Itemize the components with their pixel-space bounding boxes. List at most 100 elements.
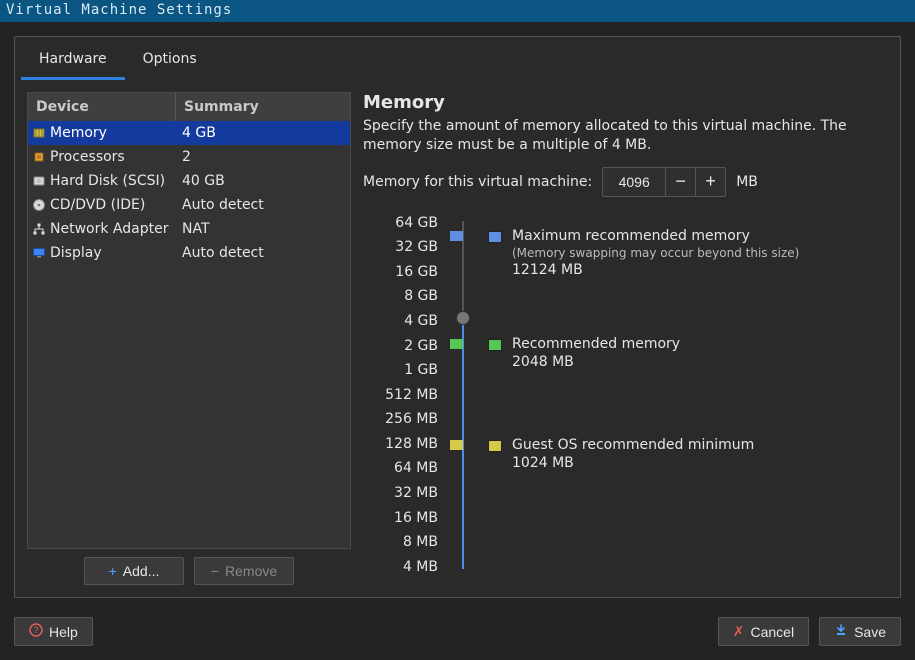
device-name: Hard Disk (SCSI) [50,173,165,189]
legend-recommended: Recommended memory 2048 MB [488,336,680,370]
tab-options[interactable]: Options [125,43,215,80]
add-device-button[interactable]: + Add... [84,557,184,585]
memory-tick: 16 MB [363,510,438,526]
device-table-header: Device Summary [28,93,350,121]
display-icon [32,246,46,260]
cancel-label: Cancel [750,624,794,640]
help-icon: ? [29,623,43,640]
device-row[interactable]: Display Auto detect [28,241,350,265]
network-icon [32,222,46,236]
device-row[interactable]: Network Adapter NAT [28,217,350,241]
device-rows: Memory 4 GB Processors 2 Hard Disk (SCSI) 40 … [28,121,350,265]
device-row[interactable]: Memory 4 GB [28,121,350,145]
help-button[interactable]: ? Help [14,617,93,646]
content-area: Device Summary Memory 4 GB Processors 2 Hard… [15,80,900,597]
memory-tick: 32 MB [363,485,438,501]
memory-tick: 8 MB [363,534,438,550]
device-name: Processors [50,149,125,165]
swatch-recommended [488,339,502,351]
memory-field-label: Memory for this virtual machine: [363,174,592,190]
svg-text:?: ? [33,625,38,635]
device-summary: NAT [176,221,350,237]
memory-legend-column: Maximum recommended memory (Memory swapp… [488,215,888,575]
legend-max: Maximum recommended memory (Memory swapp… [488,228,799,278]
tab-hardware[interactable]: Hardware [21,43,125,80]
device-row[interactable]: Processors 2 [28,145,350,169]
memory-chip-icon [32,126,46,140]
device-summary: 40 GB [176,173,350,189]
device-name: CD/DVD (IDE) [50,197,145,213]
memory-tick: 64 MB [363,460,438,476]
legend-recom-value: 2048 MB [512,354,680,370]
cancel-icon: ✗ [733,623,745,640]
legend-guest-min: Guest OS recommended minimum 1024 MB [488,437,754,471]
legend-min-value: 1024 MB [512,455,754,471]
memory-slider[interactable] [448,215,478,575]
memory-spinbox: − + [602,167,726,197]
memory-decrement-button[interactable]: − [665,168,695,196]
memory-tick: 128 MB [363,436,438,452]
plus-icon: + [109,563,117,579]
memory-value-input[interactable] [603,168,665,196]
device-row[interactable]: CD/DVD (IDE) Auto detect [28,193,350,217]
device-table: Device Summary Memory 4 GB Processors 2 Hard… [27,92,351,549]
device-summary: Auto detect [176,245,350,261]
processor-icon [32,150,46,164]
hard-disk-icon [32,174,46,188]
dialog-footer: ? Help ✗ Cancel Save [14,617,901,646]
legend-max-title: Maximum recommended memory [512,228,799,244]
swatch-max [488,231,502,243]
legend-min-title: Guest OS recommended minimum [512,437,754,453]
device-name: Memory [50,125,107,141]
device-name: Network Adapter [50,221,168,237]
memory-tick: 2 GB [363,338,438,354]
device-summary: Auto detect [176,197,350,213]
save-button[interactable]: Save [819,617,901,646]
legend-recom-title: Recommended memory [512,336,680,352]
memory-tick: 256 MB [363,411,438,427]
dialog-body: Hardware Options Device Summary Memory 4 … [0,22,915,660]
memory-tick: 4 MB [363,559,438,575]
optical-disc-icon [32,198,46,212]
slider-thumb[interactable] [456,311,470,325]
tab-bar: Hardware Options [15,37,900,80]
memory-tick: 32 GB [363,239,438,255]
device-name: Display [50,245,102,261]
save-label: Save [854,624,886,640]
slider-track [462,221,464,569]
device-summary: 2 [176,149,350,165]
detail-panel: Memory Specify the amount of memory allo… [363,92,888,585]
settings-frame: Hardware Options Device Summary Memory 4 … [14,36,901,598]
remove-device-label: Remove [225,563,277,579]
memory-unit-label: MB [736,174,758,190]
remove-device-button[interactable]: − Remove [194,557,294,585]
memory-tick: 512 MB [363,387,438,403]
memory-tick-labels: 64 GB 32 GB 16 GB 8 GB 4 GB 2 GB 1 GB 512 MB 256… [363,215,438,575]
panel-title: Memory [363,92,888,113]
memory-tick: 16 GB [363,264,438,280]
col-header-device: Device [28,93,176,121]
memory-tick: 1 GB [363,362,438,378]
memory-scale: 64 GB 32 GB 16 GB 8 GB 4 GB 2 GB 1 GB 512 MB 256… [363,215,888,575]
swatch-guest-min [488,440,502,452]
minus-icon: − [211,563,219,579]
legend-max-value: 12124 MB [512,262,799,278]
marker-max [450,231,463,241]
device-row[interactable]: Hard Disk (SCSI) 40 GB [28,169,350,193]
memory-increment-button[interactable]: + [695,168,725,196]
panel-description: Specify the amount of memory allocated t… [363,117,888,155]
col-header-summary: Summary [176,93,350,121]
marker-guest-min [450,440,463,450]
memory-tick: 8 GB [363,288,438,304]
memory-tick: 4 GB [363,313,438,329]
cancel-button[interactable]: ✗ Cancel [718,617,809,646]
device-column: Device Summary Memory 4 GB Processors 2 Hard… [27,92,351,585]
device-buttons: + Add... − Remove [27,557,351,585]
save-icon [834,623,848,640]
device-summary: 4 GB [176,125,350,141]
legend-max-sub: (Memory swapping may occur beyond this s… [512,246,799,260]
add-device-label: Add... [123,563,160,579]
marker-recommended [450,339,463,349]
memory-tick: 64 GB [363,215,438,231]
window-titlebar: Virtual Machine Settings [0,0,915,22]
